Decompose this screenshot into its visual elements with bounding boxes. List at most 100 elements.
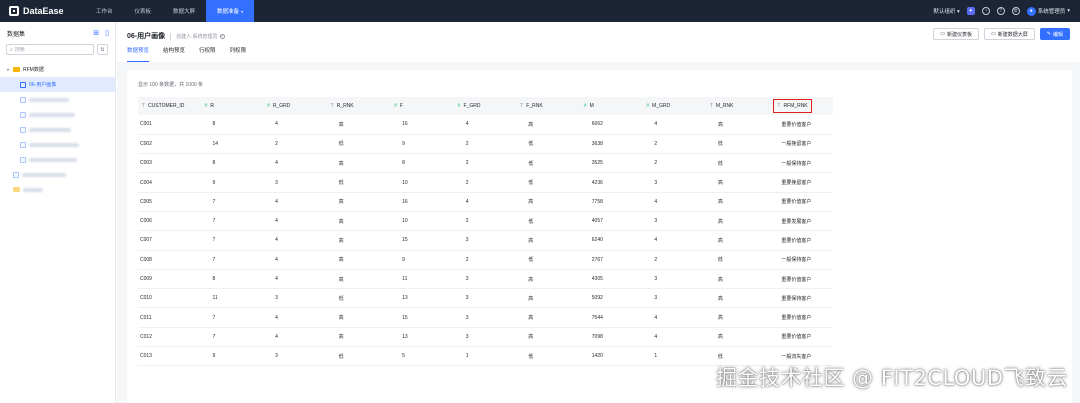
highlight-box: T RFM_RNK: [773, 99, 812, 113]
table-cell: 4: [263, 230, 327, 251]
notification-icon[interactable]: ◔: [981, 7, 990, 15]
table-row: C006 7 4 高 10 2 低 4057 3 高重要发展客户: [138, 211, 833, 232]
table-cell: 4: [453, 115, 517, 135]
tab-1[interactable]: 结构预览: [163, 46, 185, 62]
column-header[interactable]: # M_GRD: [642, 97, 706, 115]
sidebar-search-input[interactable]: [14, 46, 85, 53]
nav-item-2[interactable]: 数据大屏: [162, 0, 206, 22]
table-cell: 高: [326, 307, 391, 328]
new-dataset-icon[interactable]: ▯: [105, 29, 109, 37]
table-cell: 高: [516, 192, 580, 212]
tree-item-selected[interactable]: 06-用户画像: [0, 77, 115, 92]
dataset-creator: 创建人:系统管理员: [170, 32, 218, 40]
tab-3[interactable]: 列权限: [230, 46, 247, 62]
table-cell: 4: [642, 115, 706, 135]
table-cell: 4: [263, 153, 327, 174]
column-header[interactable]: T M_RNK: [705, 97, 770, 115]
dataset-title-row: 06-用户画像 创建人:系统管理员 i: [127, 31, 225, 41]
column-name: CUSTOMER_ID: [148, 103, 185, 109]
table-cell: 7: [200, 307, 264, 328]
settings-gear-icon[interactable]: ⚙: [1011, 7, 1020, 15]
table-cell: C012: [138, 327, 201, 348]
org-selector[interactable]: 默认组织 ▾: [933, 7, 959, 15]
table-cell: 9: [390, 250, 454, 270]
help-icon[interactable]: ?: [996, 7, 1005, 15]
main-content: 06-用户画像 创建人:系统管理员 i 数据预览 结构预览 行权限 列权限 ▭ 新建仪…: [117, 22, 1080, 403]
sort-icon[interactable]: ⇅: [97, 44, 108, 55]
table-cell: 2: [453, 211, 517, 232]
search-icon: ⌕: [10, 46, 13, 53]
table-row: C011 7 4 高 15 3 高 7544 4 高重要价值客户: [138, 307, 833, 328]
column-header[interactable]: T RFM_RNK: [769, 97, 833, 115]
table-cell: 7758: [579, 192, 643, 212]
ai-assistant-icon[interactable]: ✦: [966, 7, 975, 15]
number-type-icon: #: [583, 103, 587, 109]
table-cell: 高: [705, 288, 770, 309]
table-cell: C004: [138, 172, 201, 193]
new-screen-button[interactable]: ▭ 新建数据大屏: [984, 28, 1035, 40]
table-cell: 高: [516, 115, 580, 135]
table-cell: 重要价值客户: [769, 192, 833, 212]
table-cell: 2: [263, 134, 327, 155]
table-cell: 低: [326, 172, 391, 193]
column-header[interactable]: # R: [200, 97, 264, 115]
user-menu[interactable]: ● 系统管理员 ▾: [1026, 6, 1070, 16]
column-header[interactable]: T R_RNK: [326, 97, 391, 115]
table-cell: C001: [138, 115, 201, 135]
user-avatar-icon: ●: [1026, 6, 1036, 16]
tree-item-blurred[interactable]: [0, 92, 115, 107]
table-cell: 1420: [579, 346, 643, 367]
tree-folder-rfm[interactable]: ▾ RFM数据: [0, 62, 115, 77]
table-cell: 低: [516, 134, 580, 155]
new-dashboard-button[interactable]: ▭ 新建仪表板: [933, 28, 980, 40]
table-cell: 3: [453, 288, 517, 309]
tab-0[interactable]: 数据预览: [127, 46, 150, 62]
table-cell: 3: [263, 172, 327, 193]
dataset-tabs: 数据预览 结构预览 行权限 列权限: [127, 46, 246, 62]
tree-item-blurred[interactable]: [0, 167, 115, 182]
nav-item-3[interactable]: 数据准备 ▾: [206, 0, 255, 22]
table-cell: C013: [138, 346, 201, 367]
table-cell: 低: [516, 211, 580, 232]
column-name: R_GRD: [272, 103, 291, 109]
edit-button[interactable]: ✎ 编辑: [1039, 28, 1070, 40]
dataset-icon: [20, 156, 26, 163]
tree-item-blurred[interactable]: [0, 152, 115, 167]
table-cell: 低: [705, 134, 770, 155]
tree-item-blurred[interactable]: [0, 107, 115, 122]
tree-item-blurred[interactable]: [0, 122, 115, 137]
nav-item-0[interactable]: 工作台: [85, 0, 124, 22]
tree-folder-blurred[interactable]: [0, 182, 115, 197]
new-folder-icon[interactable]: ⊞: [93, 29, 99, 37]
table-cell: 7098: [579, 327, 643, 348]
info-icon[interactable]: i: [219, 33, 225, 39]
text-type-icon: T: [709, 103, 713, 109]
table-cell: 5092: [579, 288, 643, 309]
table-cell: 3: [263, 346, 327, 367]
table-cell: 重要挽留客户: [769, 172, 833, 193]
column-name: R_RNK: [336, 103, 354, 109]
table-cell: 低: [326, 134, 391, 155]
column-header[interactable]: T CUSTOMER_ID: [138, 97, 201, 115]
column-header[interactable]: # F: [390, 97, 454, 115]
table-cell: 重要价值客户: [769, 327, 833, 348]
tree-item-blurred[interactable]: [0, 137, 115, 152]
table-cell: C002: [138, 134, 201, 155]
brand-logo[interactable]: DataEase: [0, 6, 85, 16]
text-type-icon: T: [142, 103, 146, 109]
column-header[interactable]: T F_RNK: [516, 97, 580, 115]
dataset-icon: [20, 141, 26, 148]
table-cell: 高: [326, 192, 391, 212]
column-header[interactable]: # F_GRD: [453, 97, 517, 115]
column-header[interactable]: # R_GRD: [263, 97, 327, 115]
table-cell: 低: [705, 153, 770, 174]
column-header[interactable]: # M: [579, 97, 643, 115]
table-cell: 3: [453, 307, 517, 328]
table-cell: 4: [642, 307, 706, 328]
nav-item-1[interactable]: 仪表板: [124, 0, 163, 22]
table-cell: 6062: [579, 115, 643, 135]
dataset-icon: [20, 96, 26, 103]
table-cell: 9: [200, 172, 264, 193]
table-cell: 2: [642, 153, 706, 174]
tab-2[interactable]: 行权限: [199, 46, 216, 62]
